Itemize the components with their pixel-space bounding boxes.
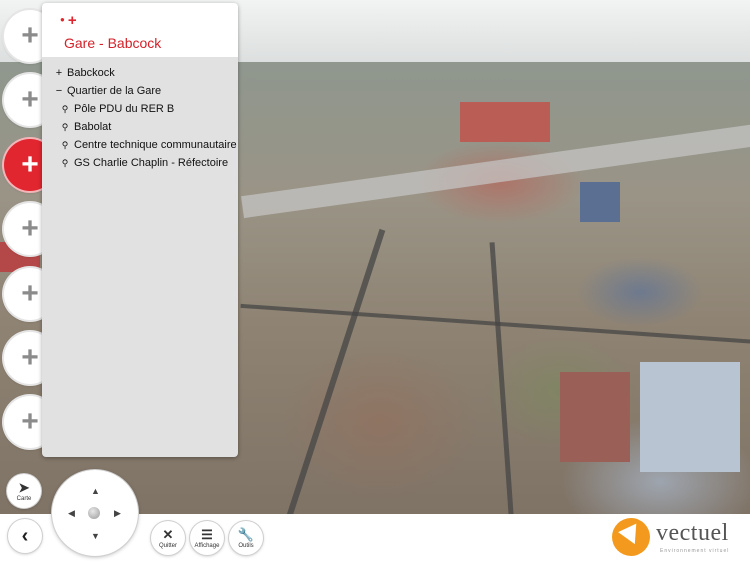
- tree-item-babolat[interactable]: ⚲ Babolat: [42, 121, 238, 134]
- navigation-dpad[interactable]: ▲ ▼ ◀ ▶: [52, 470, 138, 556]
- pin-icon: ⚲: [61, 158, 69, 168]
- tree-item-gs-charlie-chaplin[interactable]: ⚲ GS Charlie Chaplin - Réfectoire: [42, 157, 238, 170]
- plus-icon: +: [21, 277, 39, 310]
- panel-title: Gare - Babcock: [64, 35, 162, 51]
- outils-label: Outils: [238, 542, 254, 549]
- tree-item-label: Babckock: [67, 67, 115, 79]
- logo-tagline: Environnement virtuel: [660, 548, 730, 554]
- tree-item-label: Pôle PDU du RER B: [74, 103, 175, 115]
- building: [580, 182, 620, 222]
- plus-icon: +: [21, 212, 39, 245]
- building: [560, 372, 630, 462]
- plus-icon: +: [21, 405, 39, 438]
- tree-item-label: Babolat: [74, 121, 112, 133]
- chevron-left-icon: ‹: [21, 524, 29, 547]
- tree-item-label: GS Charlie Chaplin - Réfectoire: [74, 157, 229, 169]
- dpad-center-knob[interactable]: [88, 507, 100, 519]
- arrow-left-icon[interactable]: ◀: [68, 508, 75, 519]
- road: [280, 228, 386, 514]
- plus-icon: +: [21, 83, 39, 116]
- arrow-down-icon[interactable]: ▼: [91, 531, 100, 541]
- building: [460, 102, 550, 142]
- affichage-button[interactable]: ☰ Affichage: [190, 521, 224, 555]
- expand-icon[interactable]: +: [54, 67, 64, 80]
- building: [640, 362, 740, 472]
- arrow-right-icon[interactable]: ▶: [114, 508, 121, 519]
- tree-item-centre-technique[interactable]: ⚲ Centre technique communautaire: [42, 139, 238, 152]
- quitter-button[interactable]: ✕ Quitter: [151, 521, 185, 555]
- navigation-arrow-icon: ➤: [18, 479, 30, 495]
- pin-icon: ⚲: [61, 104, 69, 114]
- road: [489, 242, 516, 514]
- plus-icon: +: [21, 148, 39, 181]
- panel-header: ● + Gare - Babcock: [42, 3, 238, 57]
- vectuel-logo: vectuel Environnement virtuel: [612, 516, 748, 558]
- tree-item-pole-pdu[interactable]: ⚲ Pôle PDU du RER B: [42, 103, 238, 116]
- vectuel-logo-mark-icon: [612, 518, 650, 556]
- affichage-label: Affichage: [194, 542, 220, 549]
- logo-text: vectuel: [656, 520, 729, 546]
- poi-tree: + Babckock − Quartier de la Gare ⚲ Pôle …: [42, 57, 238, 170]
- carte-button[interactable]: ➤ Carte: [7, 474, 41, 508]
- quitter-label: Quitter: [158, 542, 177, 549]
- outils-button[interactable]: 🔧 Outils: [229, 521, 263, 555]
- tree-item-quartier-gare[interactable]: − Quartier de la Gare: [42, 85, 238, 98]
- close-icon: ✕: [162, 526, 174, 542]
- pin-icon: ⚲: [61, 140, 69, 150]
- back-button[interactable]: ‹: [8, 519, 42, 553]
- poi-panel: ● + Gare - Babcock + Babckock − Quartier …: [42, 3, 238, 457]
- plus-icon: +: [21, 341, 39, 374]
- tree-item-label: Quartier de la Gare: [67, 85, 162, 97]
- plus-icon: +: [21, 19, 39, 52]
- collapse-icon[interactable]: −: [54, 85, 64, 98]
- arrow-up-icon[interactable]: ▲: [91, 486, 100, 496]
- wrench-icon: 🔧: [237, 526, 255, 542]
- tree-item-label: Centre technique communautaire: [74, 139, 237, 151]
- tree-item-babckock[interactable]: + Babckock: [42, 67, 238, 80]
- pin-icon: ⚲: [61, 122, 69, 132]
- carte-label: Carte: [16, 495, 32, 502]
- location-plus-icon: ● +: [60, 12, 77, 29]
- layers-icon: ☰: [201, 526, 213, 542]
